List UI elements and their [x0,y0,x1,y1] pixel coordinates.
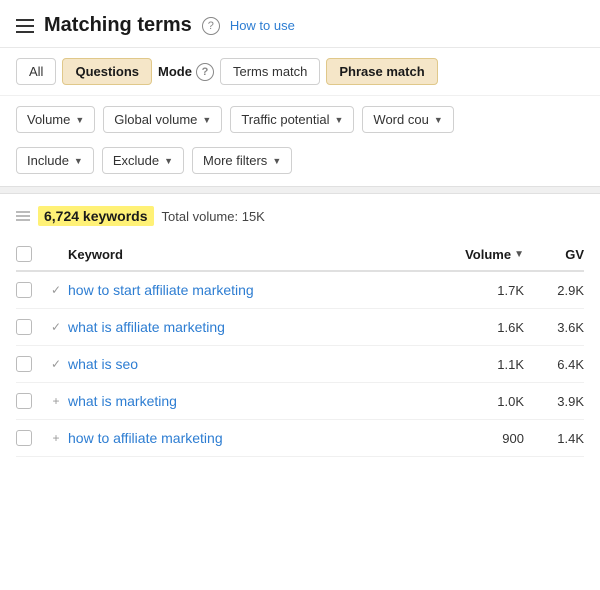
table-header: Keyword Volume ▼ GV [16,238,584,272]
table-row: ✓ what is affiliate marketing 1.6K 3.6K [16,309,584,346]
table-row: ✓ what is seo 1.1K 6.4K [16,346,584,383]
tab-all[interactable]: All [16,58,56,85]
global-volume-dropdown-arrow: ▼ [202,115,211,125]
mode-help-icon[interactable]: ? [196,63,214,81]
tab-phrase-match[interactable]: Phrase match [326,58,437,85]
row-checkbox-1[interactable] [16,319,32,335]
table-row: + how to affiliate marketing 900 1.4K [16,420,584,457]
word-count-dropdown-arrow: ▼ [434,115,443,125]
how-to-use-link[interactable]: How to use [230,18,295,33]
tab-row: All Questions Mode ? Terms match Phrase … [0,48,600,96]
word-count-dropdown[interactable]: Word cou ▼ [362,106,453,133]
keyword-link-4[interactable]: how to affiliate marketing [68,430,444,446]
traffic-potential-dropdown-arrow: ▼ [334,115,343,125]
gv-value-1: 3.6K [524,320,584,335]
keyword-link-3[interactable]: what is marketing [68,393,444,409]
tab-terms-match[interactable]: Terms match [220,58,320,85]
summary-row: 6,724 keywords Total volume: 15K [0,194,600,238]
exclude-dropdown[interactable]: Exclude ▼ [102,147,184,174]
keywords-table: Keyword Volume ▼ GV ✓ how to start affil… [0,238,600,457]
keywords-badge: 6,724 keywords [38,206,154,226]
total-volume: Total volume: 15K [162,209,265,224]
row-status-icon-1: ✓ [44,320,68,334]
header: Matching terms ? How to use [0,0,600,48]
table-row: ✓ how to start affiliate marketing 1.7K … [16,272,584,309]
global-volume-dropdown[interactable]: Global volume ▼ [103,106,222,133]
keyword-col-header: Keyword [68,247,444,262]
gv-col-header: GV [524,247,584,262]
row-status-icon-0: ✓ [44,283,68,297]
volume-value-0: 1.7K [444,283,524,298]
volume-sort-arrow: ▼ [514,249,524,260]
hamburger-icon[interactable] [16,19,34,33]
include-dropdown-arrow: ▼ [74,156,83,166]
row-checkbox-4[interactable] [16,430,32,446]
row-status-icon-4: + [44,431,68,445]
filter-row-volume: Volume ▼ Global volume ▼ Traffic potenti… [0,96,600,143]
traffic-potential-dropdown[interactable]: Traffic potential ▼ [230,106,354,133]
gv-value-3: 3.9K [524,394,584,409]
gv-value-4: 1.4K [524,431,584,446]
volume-value-3: 1.0K [444,394,524,409]
gv-value-2: 6.4K [524,357,584,372]
table-body: ✓ how to start affiliate marketing 1.7K … [16,272,584,457]
more-filters-dropdown[interactable]: More filters ▼ [192,147,292,174]
volume-col-header[interactable]: Volume ▼ [444,247,524,262]
row-checkbox-0[interactable] [16,282,32,298]
exclude-dropdown-arrow: ▼ [164,156,173,166]
table-row: + what is marketing 1.0K 3.9K [16,383,584,420]
mode-label: Mode ? [158,63,214,81]
volume-dropdown[interactable]: Volume ▼ [16,106,95,133]
volume-value-2: 1.1K [444,357,524,372]
row-checkbox-3[interactable] [16,393,32,409]
help-icon[interactable]: ? [202,17,220,35]
keyword-link-1[interactable]: what is affiliate marketing [68,319,444,335]
separator [0,186,600,194]
volume-value-1: 1.6K [444,320,524,335]
volume-value-4: 900 [444,431,524,446]
row-checkbox-2[interactable] [16,356,32,372]
select-all-checkbox[interactable] [16,246,32,262]
page-title: Matching terms [44,14,192,37]
row-status-icon-2: ✓ [44,357,68,371]
keyword-link-2[interactable]: what is seo [68,356,444,372]
volume-dropdown-arrow: ▼ [75,115,84,125]
drag-handle[interactable] [16,211,30,221]
include-dropdown[interactable]: Include ▼ [16,147,94,174]
gv-value-0: 2.9K [524,283,584,298]
more-filters-dropdown-arrow: ▼ [272,156,281,166]
keyword-link-0[interactable]: how to start affiliate marketing [68,282,444,298]
tab-questions[interactable]: Questions [62,58,152,85]
filter-row-include: Include ▼ Exclude ▼ More filters ▼ [0,143,600,186]
row-status-icon-3: + [44,394,68,408]
